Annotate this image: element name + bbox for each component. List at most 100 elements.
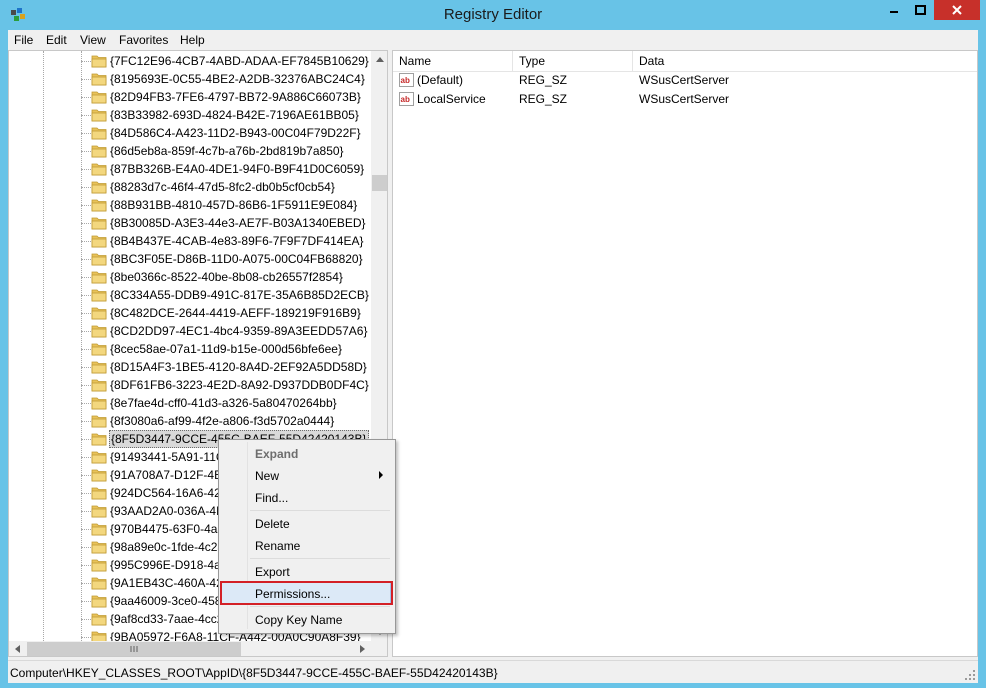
value-row[interactable]: ab LocalService REG_SZ WSusCertServer — [393, 90, 977, 109]
column-header-name[interactable]: Name — [393, 51, 513, 71]
tree-branch-line — [81, 403, 91, 404]
tree-key-item[interactable]: {8DF61FB6-3223-4E2D-8A92-D937DDB0DF4C} — [9, 376, 371, 394]
menu-item-label: Export — [255, 565, 290, 579]
tree-key-label: {86d5eb8a-859f-4c7b-a76b-2bd819b7a850} — [110, 144, 344, 158]
list-header: Name Type Data — [393, 51, 977, 72]
tree-key-item[interactable]: {8cec58ae-07a1-11d9-b15e-000d56bfe6ee} — [9, 340, 371, 358]
tree-key-item[interactable]: {8195693E-0C55-4BE2-A2DB-32376ABC24C4} — [9, 70, 371, 88]
tree-key-item[interactable]: {87BB326B-E4A0-4DE1-94F0-B9F41D0C6059} — [9, 160, 371, 178]
tree-key-item[interactable]: {8BC3F05E-D86B-11D0-A075-00C04FB68820} — [9, 250, 371, 268]
value-data: WSusCertServer — [639, 92, 730, 106]
folder-icon — [91, 235, 107, 248]
chevron-right-icon — [360, 645, 365, 653]
values-list-pane[interactable]: Name Type Data ab (Default) REG_SZ WSusC… — [392, 50, 978, 657]
tree-key-label: {88B931BB-4810-457D-86B6-1F5911E9E084} — [110, 198, 358, 212]
menu-item-new[interactable]: New — [221, 464, 391, 486]
folder-icon — [91, 523, 107, 536]
scroll-right-button[interactable] — [354, 641, 371, 656]
tree-key-item[interactable]: {8C334A55-DDB9-491C-817E-35A6B85D2ECB} — [9, 286, 371, 304]
menu-file[interactable]: File — [14, 33, 33, 47]
scroll-up-button[interactable] — [371, 51, 387, 68]
folder-icon — [91, 379, 107, 392]
menu-item-rename[interactable]: Rename — [221, 534, 391, 556]
tree-branch-line — [81, 511, 91, 512]
column-header-data[interactable]: Data — [633, 51, 977, 71]
menu-item-label: Copy Key Name — [255, 613, 343, 627]
scroll-left-button[interactable] — [9, 641, 26, 656]
column-header-type[interactable]: Type — [513, 51, 633, 71]
client-area: {7FC12E96-4CB7-4ABD-ADAA-EF7845B10629} {8… — [8, 50, 978, 660]
tree-key-item[interactable]: {86d5eb8a-859f-4c7b-a76b-2bd819b7a850} — [9, 142, 371, 160]
resize-grip-icon[interactable] — [964, 669, 976, 681]
tree-key-item[interactable]: {8C482DCE-2644-4419-AEFF-189219F916B9} — [9, 304, 371, 322]
tree-key-label: {91A708A7-D12F-4B0 — [110, 468, 229, 482]
tree-key-item[interactable]: {8B4B437E-4CAB-4e83-89F6-7F9F7DF414EA} — [9, 232, 371, 250]
tree-key-label: {8C482DCE-2644-4419-AEFF-189219F916B9} — [110, 306, 361, 320]
menu-item-export[interactable]: Export — [221, 560, 391, 582]
tree-key-label: {82D94FB3-7FE6-4797-BB72-9A886C66073B} — [110, 90, 361, 104]
tree-key-item[interactable]: {8CD2DD97-4EC1-4bc4-9359-89A3EEDD57A6} — [9, 322, 371, 340]
tree-key-item[interactable]: {7FC12E96-4CB7-4ABD-ADAA-EF7845B10629} — [9, 52, 371, 70]
tree-branch-line — [81, 547, 91, 548]
menu-bar: File Edit View Favorites Help — [8, 30, 978, 50]
title-bar[interactable]: Registry Editor — [0, 0, 986, 30]
tree-key-item[interactable]: {8f3080a6-af99-4f2e-a806-f3d5702a0444} — [9, 412, 371, 430]
menu-item-find[interactable]: Find... — [221, 486, 391, 508]
close-button[interactable] — [934, 0, 980, 20]
menu-favorites[interactable]: Favorites — [119, 33, 168, 47]
tree-key-item[interactable]: {8be0366c-8522-40be-8b08-cb26557f2854} — [9, 268, 371, 286]
folder-icon — [91, 613, 107, 626]
menu-item-delete[interactable]: Delete — [221, 512, 391, 534]
menu-view[interactable]: View — [80, 33, 106, 47]
tree-key-label: {970B4475-63F0-4aa4 — [110, 522, 231, 536]
maximize-button[interactable] — [907, 0, 934, 20]
chevron-left-icon — [15, 645, 20, 653]
tree-key-item[interactable]: {88283d7c-46f4-47d5-8fc2-db0b5cf0cb54} — [9, 178, 371, 196]
value-row[interactable]: ab (Default) REG_SZ WSusCertServer — [393, 71, 977, 90]
folder-icon — [91, 541, 107, 554]
submenu-arrow-icon — [379, 471, 383, 479]
string-value-icon: ab — [399, 92, 414, 106]
folder-icon — [91, 109, 107, 122]
menu-help[interactable]: Help — [180, 33, 205, 47]
vertical-scroll-thumb[interactable] — [372, 175, 387, 191]
tree-key-label: {8CD2DD97-4EC1-4bc4-9359-89A3EEDD57A6} — [110, 324, 368, 338]
folder-icon — [91, 145, 107, 158]
tree-key-label: {8D15A4F3-1BE5-4120-8A4D-2EF92A5DD58D} — [110, 360, 367, 374]
folder-icon — [91, 415, 107, 428]
horizontal-scroll-thumb[interactable] — [27, 642, 241, 656]
tree-branch-line — [81, 637, 91, 638]
minimize-button[interactable] — [880, 0, 907, 20]
tree-branch-line — [81, 259, 91, 260]
folder-icon — [91, 487, 107, 500]
tree-branch-line — [81, 313, 91, 314]
folder-icon — [91, 73, 107, 86]
tree-key-item[interactable]: {83B33982-693D-4824-B42E-7196AE61BB05} — [9, 106, 371, 124]
tree-horizontal-scrollbar[interactable] — [9, 641, 371, 656]
tree-key-label: {8f3080a6-af99-4f2e-a806-f3d5702a0444} — [110, 414, 335, 428]
tree-branch-line — [81, 133, 91, 134]
value-type: REG_SZ — [519, 92, 568, 106]
tree-key-item[interactable]: {84D586C4-A423-11D2-B943-00C04F79D22F} — [9, 124, 371, 142]
tree-branch-line — [81, 187, 91, 188]
menu-item-expand[interactable]: Expand — [221, 442, 391, 464]
tree-key-label: {84D586C4-A423-11D2-B943-00C04F79D22F} — [110, 126, 361, 140]
folder-icon — [91, 559, 107, 572]
tree-branch-line — [81, 619, 91, 620]
maximize-icon — [915, 5, 926, 15]
tree-key-label: {8C334A55-DDB9-491C-817E-35A6B85D2ECB} — [110, 288, 369, 302]
tree-key-label: {995C996E-D918-4a8 — [110, 558, 228, 572]
tree-key-item[interactable]: {8D15A4F3-1BE5-4120-8A4D-2EF92A5DD58D} — [9, 358, 371, 376]
tree-branch-line — [81, 97, 91, 98]
tree-key-item[interactable]: {82D94FB3-7FE6-4797-BB72-9A886C66073B} — [9, 88, 371, 106]
tree-key-item[interactable]: {88B931BB-4810-457D-86B6-1F5911E9E084} — [9, 196, 371, 214]
menu-edit[interactable]: Edit — [46, 33, 67, 47]
tree-key-label: {7FC12E96-4CB7-4ABD-ADAA-EF7845B10629} — [110, 54, 369, 68]
tree-key-item[interactable]: {8e7fae4d-cff0-41d3-a326-5a80470264bb} — [9, 394, 371, 412]
menu-item-copy-key-name[interactable]: Copy Key Name — [221, 608, 391, 630]
close-icon — [952, 5, 962, 15]
menu-separator — [250, 558, 390, 559]
menu-separator — [250, 606, 390, 607]
tree-key-item[interactable]: {8B30085D-A3E3-44e3-AE7F-B03A1340EBED} — [9, 214, 371, 232]
tree-branch-line — [81, 601, 91, 602]
